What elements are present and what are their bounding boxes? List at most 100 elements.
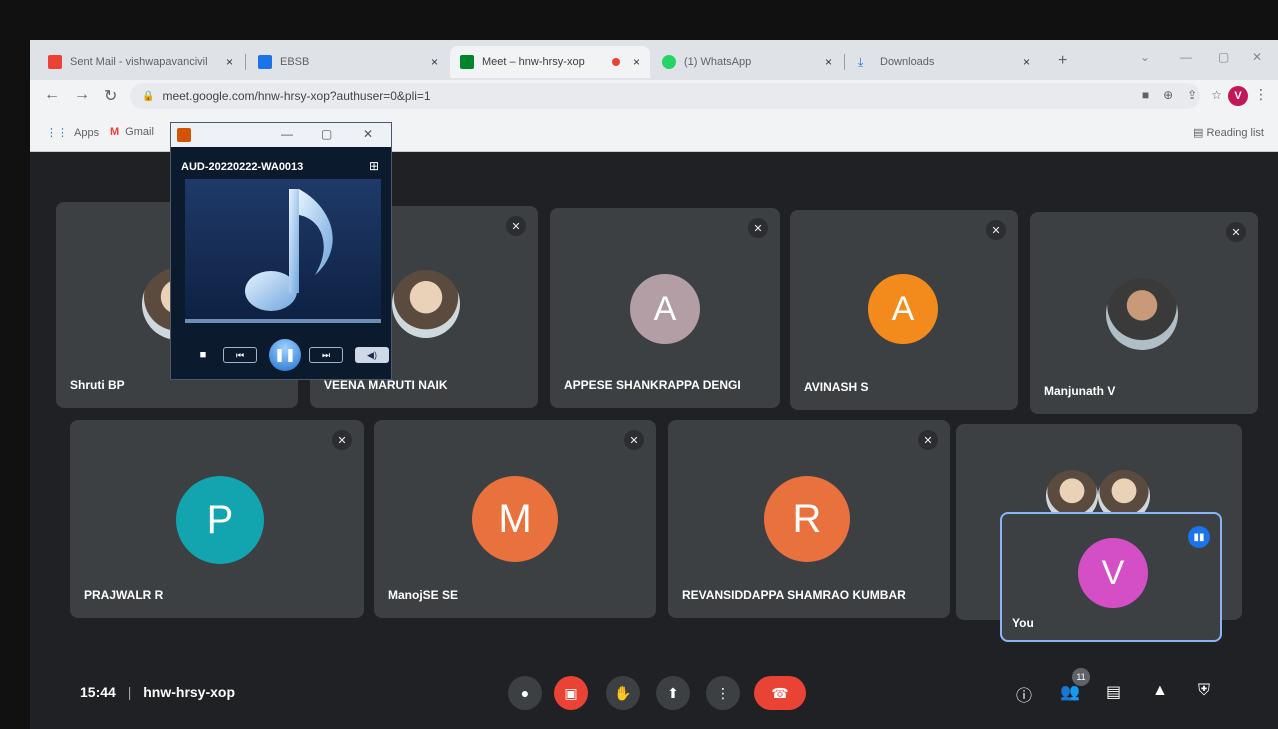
participant-name: Manjunath V xyxy=(1044,384,1116,398)
more-options-button[interactable]: ⋮ xyxy=(706,676,740,710)
back-icon[interactable]: ← xyxy=(44,86,60,104)
tab-ebsb[interactable]: EBSB × xyxy=(248,46,448,78)
avatar xyxy=(392,270,460,338)
volume-icon: ◀) xyxy=(367,349,377,360)
tab-meet[interactable]: Meet – hnw-hrsy-xop × xyxy=(450,46,650,78)
camera-button[interactable]: ▣ xyxy=(554,676,588,710)
music-note-icon xyxy=(245,189,333,311)
url-input[interactable]: 🔒 meet.google.com/hnw-hrsy-xop?authuser=… xyxy=(130,83,1200,109)
reading-list-button[interactable]: ▤ Reading list xyxy=(1193,126,1264,139)
close-icon[interactable]: × xyxy=(633,55,640,69)
minimize-icon[interactable]: — xyxy=(1180,50,1192,64)
reading-list-icon: ▤ xyxy=(1193,127,1204,139)
minimize-icon[interactable]: — xyxy=(281,127,293,141)
close-icon[interactable]: × xyxy=(431,55,438,69)
pause-button[interactable]: ❚❚ xyxy=(269,339,301,371)
meeting-time: 15:44 xyxy=(80,684,116,700)
participant-name: VEENA MARUTI NAIK xyxy=(324,378,448,392)
media-player-icon xyxy=(177,128,191,142)
close-icon[interactable]: × xyxy=(226,55,233,69)
leave-call-button[interactable]: ☎ xyxy=(754,676,806,710)
url-text: meet.google.com/hnw-hrsy-xop?authuser=0&… xyxy=(162,89,431,103)
avatar: R xyxy=(764,476,850,562)
tab-gmail[interactable]: Sent Mail - vishwapavancivil × xyxy=(38,46,243,78)
forward-icon[interactable]: → xyxy=(74,86,90,104)
mic-off-icon: ✕ xyxy=(1226,222,1246,242)
download-icon: ⤓ xyxy=(858,55,864,69)
bookmark-apps[interactable]: ⋮⋮ Apps xyxy=(46,126,99,140)
tab-label: EBSB xyxy=(280,56,310,68)
reload-icon[interactable]: ↻ xyxy=(104,86,117,106)
participant-name: REVANSIDDAPPA SHAMRAO KUMBAR xyxy=(682,588,906,602)
close-icon[interactable]: ✕ xyxy=(363,127,373,141)
track-title: AUD-20220222-WA0013 xyxy=(181,161,304,173)
gmail-icon: M xyxy=(110,126,120,138)
ebsb-icon xyxy=(258,55,272,69)
participant-name: ManojSE SE xyxy=(388,588,459,602)
meeting-code: hnw-hrsy-xop xyxy=(143,684,236,700)
new-tab-button[interactable]: + xyxy=(1058,52,1067,70)
more-vert-icon: ⋮ xyxy=(716,684,730,701)
tab-search-icon[interactable]: ⌄ xyxy=(1140,50,1150,64)
activities-icon[interactable]: ▲ xyxy=(1152,682,1168,700)
avatar: A xyxy=(868,274,938,344)
camera-icon[interactable]: ■ xyxy=(1142,88,1149,102)
next-button[interactable]: ⏭ xyxy=(309,347,343,363)
participant-tile[interactable]: ✕ R REVANSIDDAPPA SHAMRAO KUMBAR xyxy=(668,420,950,618)
media-player-window[interactable]: — ▢ ✕ AUD-20220222-WA0013 ⊞ ■ ⏮ ❚❚ ⏭ ◀) xyxy=(170,122,392,380)
avatar: M xyxy=(472,476,558,562)
stop-icon: ■ xyxy=(199,349,207,361)
self-tile[interactable]: ▮▮ V You xyxy=(1000,512,1222,642)
lock-icon: 🔒 xyxy=(142,90,155,102)
seek-bar[interactable] xyxy=(185,319,381,323)
tab-whatsapp[interactable]: (1) WhatsApp × xyxy=(652,46,842,78)
meeting-info: 15:44 | hnw-hrsy-xop xyxy=(80,684,236,700)
bookmark-gmail[interactable]: M Gmail xyxy=(110,126,154,138)
chat-icon[interactable]: ▤ xyxy=(1106,682,1121,702)
info-icon[interactable]: ⓘ xyxy=(1016,682,1032,706)
stop-button[interactable]: ■ xyxy=(195,347,211,363)
close-icon[interactable]: × xyxy=(825,55,832,69)
mic-off-icon: ✕ xyxy=(918,430,938,450)
participant-tile[interactable]: ✕ A APPESE SHANKRAPPA DENGI xyxy=(550,208,780,408)
tab-label: Sent Mail - vishwapavancivil xyxy=(70,56,208,68)
switch-view-icon[interactable]: ⊞ xyxy=(369,159,379,173)
tab-label: Downloads xyxy=(880,56,935,68)
close-icon[interactable]: × xyxy=(1023,55,1030,69)
album-art xyxy=(185,179,381,319)
mic-off-icon: ✕ xyxy=(748,218,768,238)
previous-button[interactable]: ⏮ xyxy=(223,347,257,363)
avatar: V xyxy=(1078,538,1148,608)
whatsapp-icon xyxy=(662,55,676,69)
participant-tile[interactable]: ✕ A AVINASH S xyxy=(790,210,1018,410)
player-titlebar[interactable]: — ▢ ✕ xyxy=(171,123,391,147)
participant-tile[interactable]: ✕ P PRAJWALR R xyxy=(70,420,364,618)
maximize-icon[interactable]: ▢ xyxy=(321,127,332,141)
mic-off-icon: ✕ xyxy=(506,216,526,236)
volume-button[interactable]: ◀) xyxy=(355,347,389,363)
recording-icon xyxy=(612,58,620,66)
participant-name: Shruti BP xyxy=(70,378,125,392)
pause-icon: ❚❚ xyxy=(274,347,296,362)
host-controls-icon[interactable]: ⛨ xyxy=(1198,682,1210,700)
participant-tile[interactable]: ✕ Manjunath V xyxy=(1030,212,1258,414)
mic-off-icon: ✕ xyxy=(332,430,352,450)
profile-avatar[interactable]: V xyxy=(1228,86,1248,106)
menu-icon[interactable]: ⋮ xyxy=(1254,86,1268,103)
gmail-icon xyxy=(48,55,62,69)
raise-hand-button[interactable]: ✋ xyxy=(606,676,640,710)
share-icon[interactable]: ⇪ xyxy=(1187,88,1197,102)
tab-label: Meet – hnw-hrsy-xop xyxy=(482,56,585,68)
avatar: A xyxy=(630,274,700,344)
window-close-icon[interactable]: ✕ xyxy=(1252,50,1262,64)
participant-tile[interactable]: ✕ M ManojSE SE xyxy=(374,420,656,618)
participant-name: APPESE SHANKRAPPA DENGI xyxy=(564,378,741,392)
tab-downloads[interactable]: ⤓ Downloads × xyxy=(848,46,1040,78)
next-icon: ⏭ xyxy=(321,349,331,360)
star-icon[interactable]: ☆ xyxy=(1211,88,1222,102)
zoom-icon[interactable]: ⊕ xyxy=(1163,88,1173,102)
present-icon: ⬆ xyxy=(667,684,679,701)
maximize-icon[interactable]: ▢ xyxy=(1218,50,1229,64)
present-button[interactable]: ⬆ xyxy=(656,676,690,710)
mic-button[interactable]: ● xyxy=(508,676,542,710)
